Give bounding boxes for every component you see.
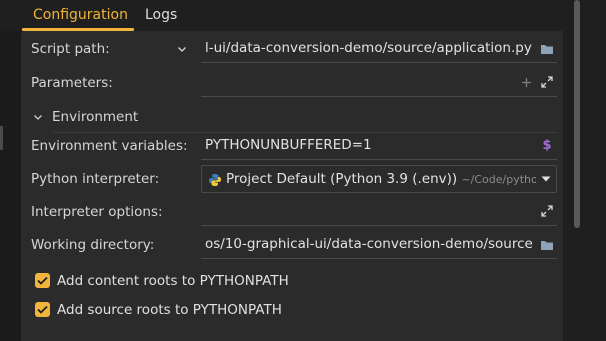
plus-icon[interactable]: [519, 75, 533, 89]
parameters-field[interactable]: [201, 69, 557, 97]
chevron-down-icon[interactable]: [175, 42, 189, 56]
folder-icon[interactable]: [539, 237, 555, 253]
interpreter-value-container: Project Default (Python 3.9 (.env)) ~/Co…: [226, 166, 538, 193]
working-dir-label: Working directory:: [31, 237, 155, 253]
tab-logs[interactable]: Logs: [145, 0, 177, 31]
interpreter-label: Python interpreter:: [31, 171, 160, 187]
chevron-down-icon[interactable]: [32, 111, 44, 123]
working-dir-field[interactable]: os/10-graphical-ui/data-conversion-demo/…: [201, 231, 557, 259]
gutter-marker: [0, 126, 3, 150]
dropdown-arrow-icon[interactable]: [536, 166, 556, 192]
tab-configuration[interactable]: Configuration: [33, 0, 128, 31]
vertical-scrollbar[interactable]: [574, 0, 580, 228]
content-roots-checkbox[interactable]: [35, 273, 50, 288]
interpreter-value: Project Default (Python 3.9 (.env)): [226, 171, 458, 187]
working-dir-value[interactable]: os/10-graphical-ui/data-conversion-demo/…: [205, 231, 539, 258]
tab-bar: Configuration Logs: [0, 0, 606, 31]
left-gutter: [0, 31, 21, 341]
dollar-icon[interactable]: $: [540, 138, 554, 153]
script-path-value[interactable]: l-ui/data-conversion-demo/source/applica…: [205, 35, 539, 62]
script-path-field[interactable]: l-ui/data-conversion-demo/source/applica…: [201, 35, 557, 63]
configuration-panel: Script path: l-ui/data-conversion-demo/s…: [21, 31, 563, 341]
interpreter-options-label: Interpreter options:: [31, 204, 163, 220]
scroll-track: [563, 0, 606, 341]
env-vars-label: Environment variables:: [31, 138, 188, 154]
working-dir-row: Working directory: os/10-graphical-ui/da…: [21, 229, 563, 262]
folder-icon[interactable]: [539, 41, 555, 57]
env-vars-field[interactable]: PYTHONUNBUFFERED=1 $: [201, 132, 557, 160]
interpreter-options-value[interactable]: [205, 198, 525, 225]
env-vars-value[interactable]: PYTHONUNBUFFERED=1: [205, 132, 525, 159]
parameters-label: Parameters:: [31, 75, 113, 91]
interpreter-options-row: Interpreter options:: [21, 196, 563, 229]
interpreter-options-field[interactable]: [201, 198, 557, 226]
script-path-label: Script path:: [31, 41, 110, 57]
content-roots-label: Add content roots to PYTHONPATH: [57, 273, 289, 289]
interpreter-select[interactable]: Project Default (Python 3.9 (.env)) ~/Co…: [201, 165, 557, 193]
expand-icon[interactable]: [540, 75, 554, 89]
parameters-row: Parameters:: [21, 67, 563, 100]
interpreter-path-hint: ~/Code/python: [461, 173, 538, 186]
python-icon: [207, 172, 222, 187]
env-vars-row: Environment variables: PYTHONUNBUFFERED=…: [21, 130, 563, 163]
expand-icon[interactable]: [540, 204, 554, 218]
interpreter-row: Python interpreter: Project Default (Pyt…: [21, 163, 563, 196]
source-roots-checkbox[interactable]: [35, 302, 50, 317]
source-roots-label: Add source roots to PYTHONPATH: [57, 302, 282, 318]
script-path-row: Script path: l-ui/data-conversion-demo/s…: [21, 33, 563, 66]
parameters-value[interactable]: [205, 69, 505, 96]
